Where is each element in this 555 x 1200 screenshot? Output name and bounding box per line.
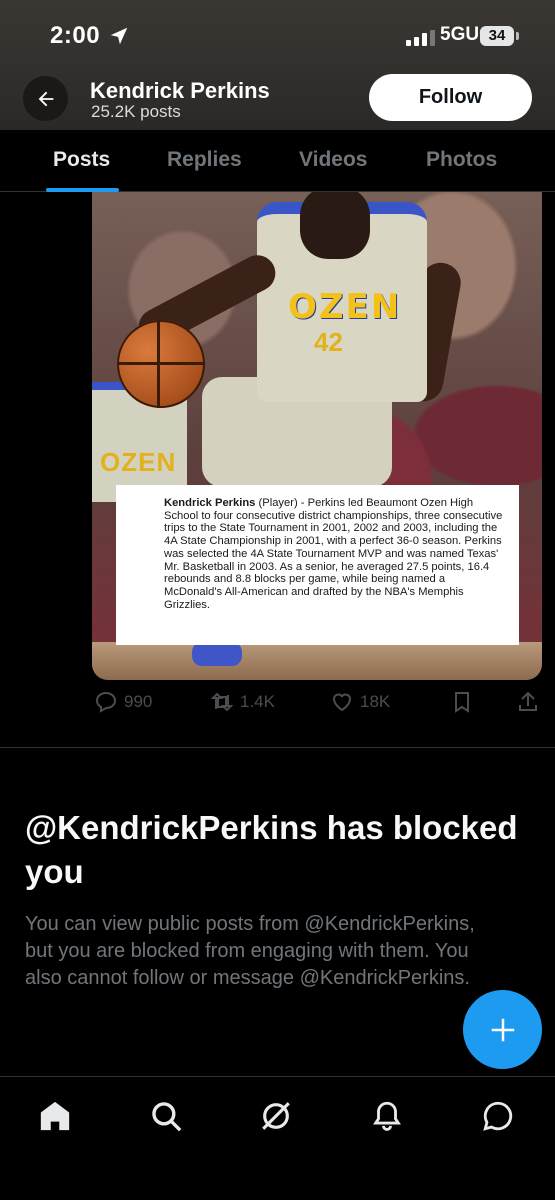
repost-count: 1.4K [240, 692, 275, 711]
caption-text: (Player) - Perkins led Beaumont Ozen Hig… [164, 497, 503, 611]
like-button[interactable]: 18K [330, 690, 390, 714]
tab-posts[interactable]: Posts [53, 148, 110, 172]
repost-icon [210, 692, 234, 712]
reply-icon [95, 691, 117, 713]
search-icon[interactable] [149, 1099, 183, 1133]
tab-replies[interactable]: Replies [167, 148, 242, 172]
battery-tip [516, 32, 519, 40]
image-caption: Kendrick Perkins (Player) - Perkins led … [116, 485, 519, 645]
plus-icon [491, 1018, 514, 1041]
jersey-number: 42 [314, 327, 343, 357]
status-time: 2:00 [50, 22, 101, 49]
like-count: 18K [360, 692, 391, 711]
court-floor [92, 642, 542, 680]
location-arrow-icon [110, 27, 128, 45]
blocked-title: @KendrickPerkins has blocked you [25, 809, 518, 890]
status-bar: 2:00 5GUC 34 [0, 22, 555, 54]
back-button[interactable] [23, 76, 68, 121]
blocked-message: You can view public posts from @Kendrick… [25, 913, 475, 989]
battery-icon: 34 [480, 26, 514, 46]
caption-name: Kendrick Perkins [164, 497, 256, 509]
notifications-icon[interactable] [370, 1099, 404, 1133]
share-icon [519, 691, 537, 711]
post-image[interactable]: OZEN OZEN 42 Kendrick Perkins (Player) -… [92, 192, 542, 680]
grok-icon[interactable] [259, 1099, 293, 1133]
repost-button[interactable]: 1.4K [210, 690, 275, 714]
jersey-text: OZEN [288, 287, 402, 327]
post-count: 25.2K posts [91, 102, 181, 121]
basketball [117, 320, 205, 408]
post-actions: 990 1.4K 18K [0, 690, 555, 720]
heart-icon [332, 693, 352, 712]
player-shoe [192, 642, 242, 666]
signal-icon [406, 30, 435, 46]
messages-icon[interactable] [481, 1099, 515, 1133]
profile-name: Kendrick Perkins [90, 78, 270, 103]
bottom-nav [0, 1076, 555, 1200]
back-arrow-icon [38, 91, 53, 106]
profile-header: 2:00 5GUC 34 Kendrick Perkins 25.2K post… [0, 0, 555, 130]
tab-photos[interactable]: Photos [426, 148, 497, 172]
reply-count: 990 [124, 692, 153, 711]
reply-button[interactable]: 990 [94, 690, 152, 714]
profile-screen: 2:00 5GUC 34 Kendrick Perkins 25.2K post… [0, 0, 555, 1200]
follow-button[interactable]: Follow [369, 74, 532, 121]
compose-button[interactable] [463, 990, 542, 1069]
profile-tabs: Posts Replies Videos Photos [0, 130, 555, 192]
share-button[interactable] [516, 690, 540, 714]
tab-videos[interactable]: Videos [299, 148, 367, 172]
player-head [300, 192, 370, 259]
divider [0, 747, 555, 748]
bookmark-button[interactable] [450, 690, 474, 714]
home-icon[interactable] [38, 1099, 72, 1133]
teammate-jersey-text: OZEN [100, 447, 177, 477]
bookmark-icon [455, 692, 469, 713]
